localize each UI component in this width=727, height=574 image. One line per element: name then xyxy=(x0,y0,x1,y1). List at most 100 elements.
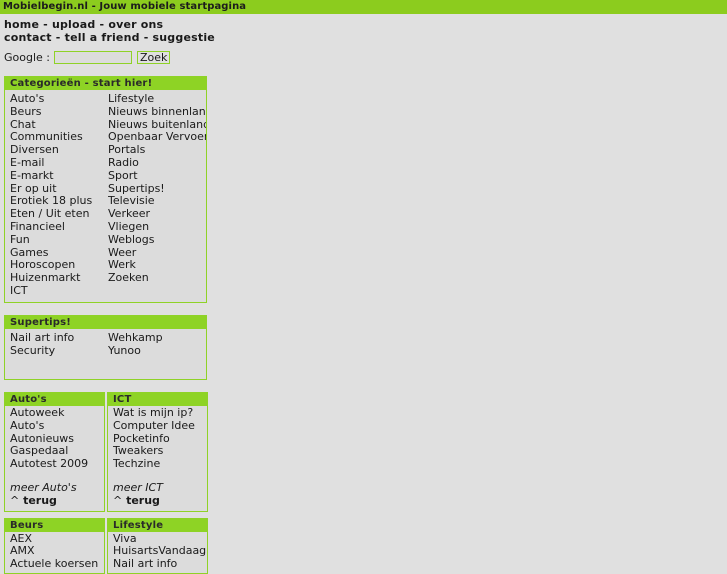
category-link-weer[interactable]: Weer xyxy=(108,247,206,260)
category-link-erotiek-18-plus[interactable]: Erotiek 18 plus xyxy=(10,195,106,208)
category-link-horoscopen[interactable]: Horoscopen xyxy=(10,259,106,272)
category-link-supertips[interactable]: Supertips! xyxy=(108,183,206,196)
category-link-communities[interactable]: Communities xyxy=(10,131,106,144)
panel-lifestyle: Lifestyle Viva HuisartsVandaag Nail art … xyxy=(107,518,208,574)
categorieen-column-left: Auto's Beurs Chat Communities Diversen E… xyxy=(5,93,106,298)
category-link-nieuws-buitenland[interactable]: Nieuws buitenland xyxy=(108,119,206,132)
nav-link-upload[interactable]: upload xyxy=(52,18,96,31)
autos-link-autoweek[interactable]: Autoweek xyxy=(10,407,104,420)
category-link-portals[interactable]: Portals xyxy=(108,144,206,157)
category-link-radio[interactable]: Radio xyxy=(108,157,206,170)
panel-ict-body: Wat is mijn ip? Computer Idee Pocketinfo… xyxy=(108,406,207,510)
supertips-columns: Nail art info Security Wehkamp Yunoo xyxy=(5,332,206,358)
panel-beurs-body: AEX AMX Actuele koersen xyxy=(5,532,104,574)
nav-separator: - xyxy=(39,18,52,31)
panel-lifestyle-body: Viva HuisartsVandaag Nail art info xyxy=(108,532,207,574)
category-link-fun[interactable]: Fun xyxy=(10,234,106,247)
category-link-ict[interactable]: ICT xyxy=(10,285,106,298)
categorieen-columns: Auto's Beurs Chat Communities Diversen E… xyxy=(5,93,206,298)
category-link-verkeer[interactable]: Verkeer xyxy=(108,208,206,221)
nav-separator: - xyxy=(140,31,153,44)
google-search-button[interactable]: Zoek xyxy=(137,51,170,64)
panel-autos-header: Auto's xyxy=(5,393,104,406)
autos-link-autotest-2009[interactable]: Autotest 2009 xyxy=(10,458,104,471)
category-link-games[interactable]: Games xyxy=(10,247,106,260)
google-search-input[interactable] xyxy=(54,51,132,64)
category-link-televisie[interactable]: Televisie xyxy=(108,195,206,208)
panel-supertips: Supertips! Nail art info Security Wehkam… xyxy=(4,315,207,381)
beurs-link-actuele-koersen[interactable]: Actuele koersen xyxy=(10,558,104,571)
beurs-link-aex[interactable]: AEX xyxy=(10,533,104,546)
category-link-vliegen[interactable]: Vliegen xyxy=(108,221,206,234)
supertip-link-wehkamp[interactable]: Wehkamp xyxy=(108,332,206,345)
category-link-nieuws-binnenland[interactable]: Nieuws binnenland xyxy=(108,106,206,119)
google-search-row: Google : Zoek xyxy=(4,50,727,64)
nav-link-suggestie[interactable]: suggestie xyxy=(153,31,215,44)
nav-link-tell-a-friend[interactable]: tell a friend xyxy=(65,31,140,44)
category-link-er-op-uit[interactable]: Er op uit xyxy=(10,183,106,196)
lifestyle-link-nail-art-info[interactable]: Nail art info xyxy=(113,558,207,571)
autos-link-autonieuws[interactable]: Autonieuws xyxy=(10,433,104,446)
nav-separator: - xyxy=(95,18,108,31)
panel-ict: ICT Wat is mijn ip? Computer Idee Pocket… xyxy=(107,392,208,511)
panel-ict-header: ICT xyxy=(108,393,207,406)
top-nav-row-2: contact - tell a friend - suggestie xyxy=(4,31,727,44)
supertip-link-nail-art-info[interactable]: Nail art info xyxy=(10,332,106,345)
category-link-werk[interactable]: Werk xyxy=(108,259,206,272)
category-link-eten-uit-eten[interactable]: Eten / Uit eten xyxy=(10,208,106,221)
panel-autos-body: Autoweek Auto's Autonieuws Gaspedaal Aut… xyxy=(5,406,104,510)
category-link-diversen[interactable]: Diversen xyxy=(10,144,106,157)
ict-link-wat-is-mijn-ip[interactable]: Wat is mijn ip? xyxy=(113,407,207,420)
panel-beurs: Beurs AEX AMX Actuele koersen xyxy=(4,518,105,574)
panel-categorieen-header: Categorieën - start hier! xyxy=(5,77,206,90)
category-link-beurs[interactable]: Beurs xyxy=(10,106,106,119)
ict-terug-link[interactable]: ^ terug xyxy=(113,495,207,508)
category-link-autos[interactable]: Auto's xyxy=(10,93,106,106)
category-link-e-mail[interactable]: E-mail xyxy=(10,157,106,170)
caret-up-icon: ^ xyxy=(10,494,19,507)
panel-supertips-body: Nail art info Security Wehkamp Yunoo xyxy=(5,329,206,380)
categorieen-column-right: Lifestyle Nieuws binnenland Nieuws buite… xyxy=(106,93,206,298)
ict-link-pocketinfo[interactable]: Pocketinfo xyxy=(113,433,207,446)
top-nav-row-1: home - upload - over ons xyxy=(4,18,727,31)
nav-link-over-ons[interactable]: over ons xyxy=(108,18,163,31)
window-title-text: Mobielbegin.nl - Jouw mobiele startpagin… xyxy=(3,1,246,12)
category-link-openbaar-vervoer[interactable]: Openbaar Vervoer xyxy=(108,131,206,144)
autos-link-gaspedaal[interactable]: Gaspedaal xyxy=(10,445,104,458)
panel-categorieen-body: Auto's Beurs Chat Communities Diversen E… xyxy=(5,90,206,302)
nav-link-home[interactable]: home xyxy=(4,18,39,31)
ict-link-computer-idee[interactable]: Computer Idee xyxy=(113,420,207,433)
category-link-weblogs[interactable]: Weblogs xyxy=(108,234,206,247)
ict-terug-label: terug xyxy=(126,494,160,507)
category-link-e-markt[interactable]: E-markt xyxy=(10,170,106,183)
panel-categorieen: Categorieën - start hier! Auto's Beurs C… xyxy=(4,76,207,303)
category-link-sport[interactable]: Sport xyxy=(108,170,206,183)
ict-link-techzine[interactable]: Techzine xyxy=(113,458,207,471)
category-link-lifestyle[interactable]: Lifestyle xyxy=(108,93,206,106)
beurs-link-amx[interactable]: AMX xyxy=(10,545,104,558)
category-link-huizenmarkt[interactable]: Huizenmarkt xyxy=(10,272,106,285)
caret-up-icon: ^ xyxy=(113,494,122,507)
google-search-label: Google : xyxy=(4,51,50,64)
panel-autos: Auto's Autoweek Auto's Autonieuws Gasped… xyxy=(4,392,105,511)
supertip-link-yunoo[interactable]: Yunoo xyxy=(108,345,206,358)
page-content: home - upload - over ons contact - tell … xyxy=(0,14,727,574)
category-link-zoeken[interactable]: Zoeken xyxy=(108,272,206,285)
autos-terug-link[interactable]: ^ terug xyxy=(10,495,104,508)
lifestyle-link-viva[interactable]: Viva xyxy=(113,533,207,546)
autos-link-autos[interactable]: Auto's xyxy=(10,420,104,433)
panel-row-beurs-lifestyle: Beurs AEX AMX Actuele koersen Lifestyle … xyxy=(4,518,727,574)
panel-beurs-header: Beurs xyxy=(5,519,104,532)
ict-link-tweakers[interactable]: Tweakers xyxy=(113,445,207,458)
category-link-chat[interactable]: Chat xyxy=(10,119,106,132)
nav-separator: - xyxy=(52,31,65,44)
panel-row-autos-ict: Auto's Autoweek Auto's Autonieuws Gasped… xyxy=(4,392,727,511)
category-link-financieel[interactable]: Financieel xyxy=(10,221,106,234)
window-title-bar: Mobielbegin.nl - Jouw mobiele startpagin… xyxy=(0,0,727,14)
supertip-link-security[interactable]: Security xyxy=(10,345,106,358)
supertips-column-left: Nail art info Security xyxy=(5,332,106,358)
panel-lifestyle-header: Lifestyle xyxy=(108,519,207,532)
autos-terug-label: terug xyxy=(23,494,57,507)
nav-link-contact[interactable]: contact xyxy=(4,31,52,44)
lifestyle-link-huisartsvandaag[interactable]: HuisartsVandaag xyxy=(113,545,207,558)
